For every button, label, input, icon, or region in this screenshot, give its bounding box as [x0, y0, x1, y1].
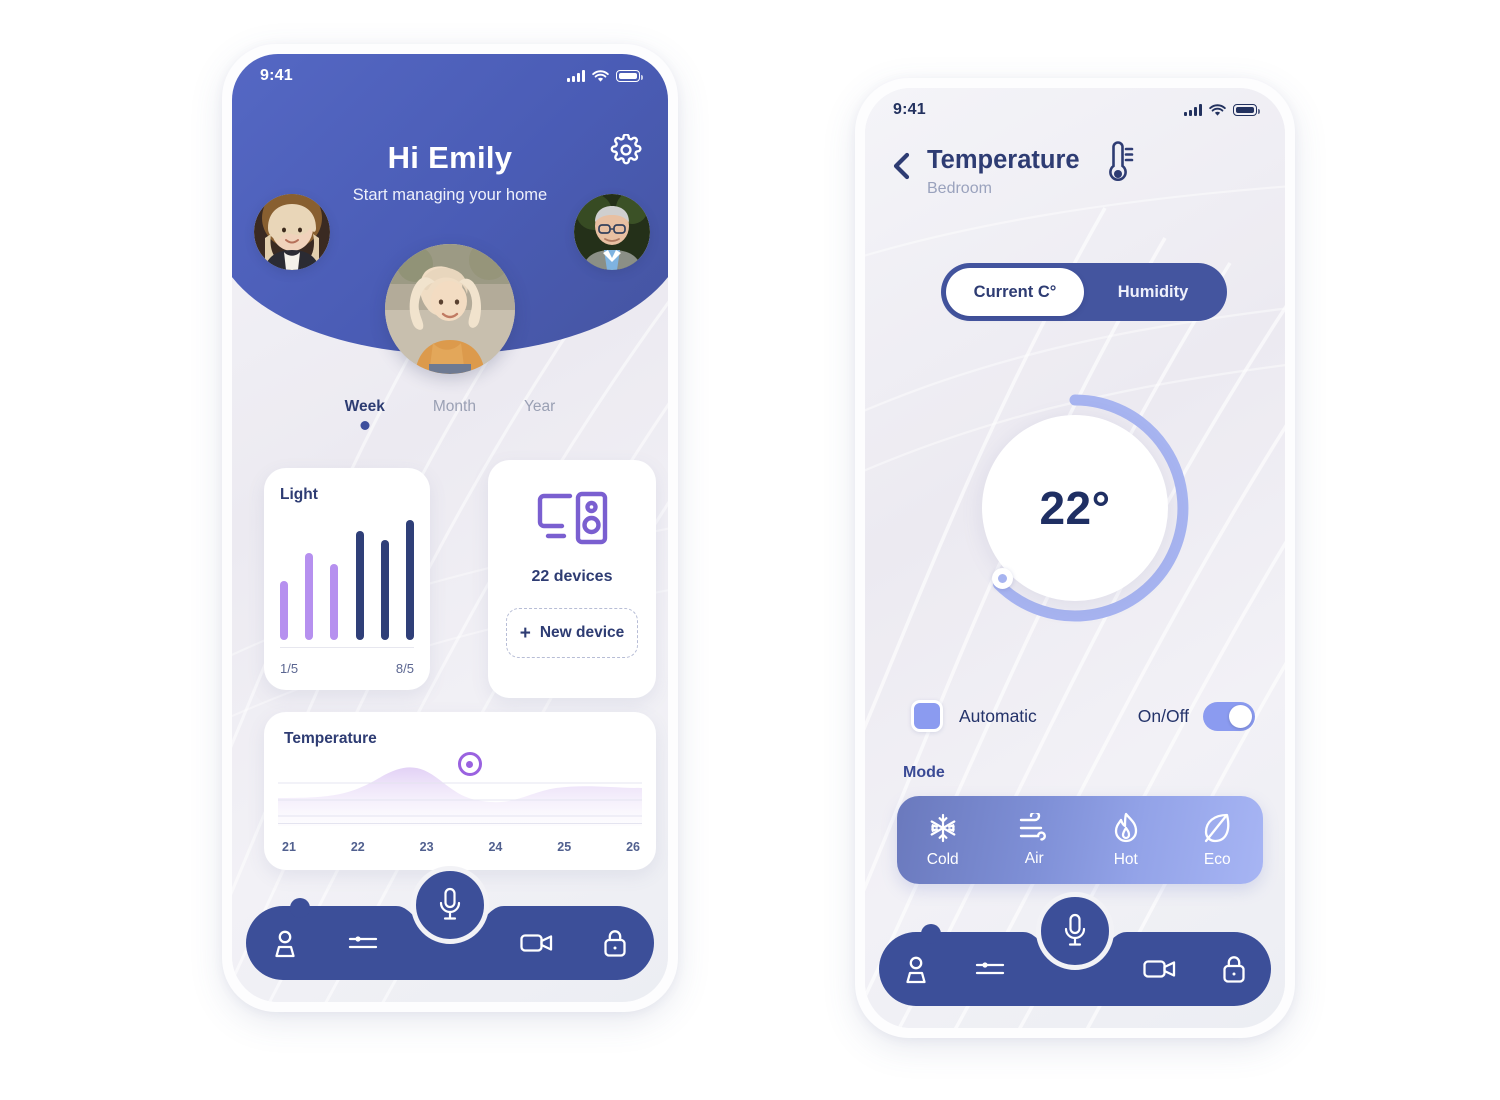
tab-year[interactable]: Year: [524, 398, 555, 416]
devices-monitor-speaker-icon: [534, 490, 610, 553]
light-chart-baseline: [280, 647, 414, 648]
light-chart-axis: 1/5 8/5: [280, 661, 414, 676]
status-icons-2: [1184, 103, 1260, 117]
snowflake-icon: [930, 813, 956, 842]
avatar-family-member-1[interactable]: [254, 194, 330, 270]
bottom-navigation-2: [865, 888, 1285, 1028]
gear-icon[interactable]: [610, 133, 642, 166]
temp-axis-22: 22: [350, 840, 365, 854]
tab-week[interactable]: Week: [345, 398, 385, 416]
phone-temperature-detail-screen: 9:41 Temperature Bedroom Current C° Humi…: [855, 78, 1295, 1038]
bottom-navigation: [232, 862, 668, 1002]
leaf-icon: [1205, 813, 1230, 842]
status-bar: 9:41: [232, 54, 668, 98]
voice-assistant-button[interactable]: [411, 866, 489, 944]
light-axis-end: 8/5: [395, 661, 414, 676]
mode-label-air: Air: [1024, 849, 1044, 867]
phone1-screen: 9:41 Hi Emily Start managing your home W…: [232, 54, 668, 1002]
status-bar-2: 9:41: [865, 88, 1285, 132]
light-bar-3: [330, 564, 339, 640]
nav-lock-button[interactable]: [1197, 955, 1271, 984]
mode-label: Mode: [903, 764, 945, 781]
temperature-card[interactable]: Temperature 21 22 23 24 25 26: [264, 712, 656, 870]
metric-segmented-control: Current C° Humidity: [941, 263, 1227, 321]
tab-current-celsius[interactable]: Current C°: [946, 268, 1084, 316]
mode-label-cold: Cold: [926, 850, 959, 868]
light-bar-chart: [280, 512, 414, 640]
onoff-toggle[interactable]: [1203, 701, 1255, 731]
wifi-icon: [592, 69, 609, 82]
tab-humidity[interactable]: Humidity: [1084, 268, 1222, 316]
dial-knob[interactable]: [992, 568, 1013, 589]
mode-item-hot[interactable]: Hot: [1080, 796, 1172, 884]
temperature-axis: 21 22 23 24 25 26: [282, 840, 640, 854]
devices-card[interactable]: 22 devices + New device: [488, 460, 656, 698]
temp-axis-23: 23: [419, 840, 434, 854]
page-title: Temperature: [927, 146, 1080, 174]
wifi-icon: [1209, 103, 1226, 116]
nav-sliders-button[interactable]: [953, 959, 1027, 979]
flame-icon: [1114, 812, 1137, 842]
temp-axis-25: 25: [557, 840, 572, 854]
temp-axis-21: 21: [282, 840, 296, 854]
nav-profile-button[interactable]: [879, 954, 953, 984]
temperature-card-title: Temperature: [284, 730, 377, 747]
avatar[interactable]: [385, 244, 515, 374]
temp-axis-24: 24: [488, 840, 503, 854]
period-tabs: Week Month Year: [232, 398, 668, 416]
onoff-label: On/Off: [1137, 705, 1189, 726]
light-bar-2: [305, 552, 314, 640]
nav-video-button[interactable]: [498, 932, 576, 954]
signal-bars-icon: [567, 70, 585, 82]
light-bar-4: [355, 531, 364, 640]
automatic-checkbox[interactable]: [911, 700, 943, 732]
nav-video-button[interactable]: [1123, 958, 1197, 980]
temperature-slider-handle[interactable]: [457, 752, 482, 776]
wind-icon: [1020, 812, 1047, 841]
light-card[interactable]: Light 1/5 8/5: [264, 468, 430, 690]
nav-sliders-button[interactable]: [324, 933, 402, 953]
add-device-label: New device: [539, 624, 625, 641]
plus-icon: +: [519, 622, 531, 644]
tab-month[interactable]: Month: [433, 398, 476, 416]
light-bar-1: [280, 581, 288, 640]
light-axis-start: 1/5: [280, 661, 299, 676]
temp-axis-26: 26: [626, 840, 640, 854]
mode-label-hot: Hot: [1113, 850, 1138, 868]
signal-bars-icon: [1184, 104, 1202, 116]
phone-home-screen: 9:41 Hi Emily Start managing your home W…: [222, 44, 678, 1012]
phone2-screen: 9:41 Temperature Bedroom Current C° Humi…: [865, 88, 1285, 1028]
temperature-chart-baseline: [278, 823, 642, 824]
light-card-title: Light: [280, 486, 318, 503]
dial-value: 22°: [1039, 482, 1111, 534]
mode-item-cold[interactable]: Cold: [897, 796, 989, 884]
status-icons: [567, 69, 643, 83]
screenshot-root: 9:41 Hi Emily Start managing your home W…: [0, 0, 1500, 1100]
status-time-2: 9:41: [893, 101, 926, 118]
devices-count: 22 devices: [531, 568, 613, 585]
mode-label-eco: Eco: [1203, 850, 1231, 868]
nav-profile-button[interactable]: [246, 928, 324, 958]
voice-assistant-button[interactable]: [1036, 892, 1114, 970]
page-subtitle: Bedroom: [927, 180, 992, 197]
mode-item-air[interactable]: Air: [989, 796, 1081, 884]
mode-item-eco[interactable]: Eco: [1172, 796, 1264, 884]
avatar-family-member-2[interactable]: [574, 194, 650, 270]
add-device-button[interactable]: + New device: [506, 608, 638, 658]
battery-icon: [616, 70, 643, 82]
chevron-left-icon[interactable]: [889, 150, 915, 182]
mode-selector: Cold Air Hot Eco: [897, 796, 1263, 884]
automatic-label: Automatic: [959, 705, 1037, 726]
nav-lock-button[interactable]: [576, 929, 654, 958]
light-bar-5: [380, 540, 389, 640]
light-bar-6: [405, 519, 414, 640]
page-title: Hi Emily: [387, 140, 513, 175]
status-time: 9:41: [260, 67, 293, 84]
automatic-onoff-row: Automatic On/Off: [911, 696, 1255, 736]
temperature-dial[interactable]: 22°: [955, 388, 1195, 628]
thermometer-icon: [1101, 140, 1135, 191]
battery-icon: [1233, 104, 1260, 116]
